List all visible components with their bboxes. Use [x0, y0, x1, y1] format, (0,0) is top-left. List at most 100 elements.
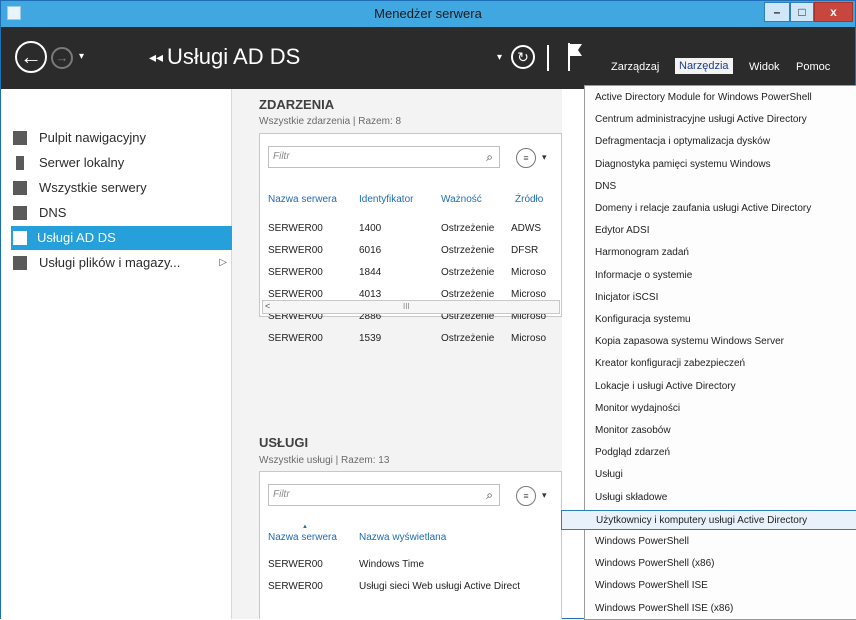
events-cell[interactable]: SERWER00: [268, 245, 323, 256]
server-manager-window: Menedżer serwera – □ x ← → ▾ ◂◂ Usługi A…: [0, 0, 856, 620]
scroll-grip[interactable]: III: [403, 302, 410, 311]
main-content: ZDARZENIA Wszystkie zdarzenia | Razem: 8…: [232, 89, 562, 619]
events-cell[interactable]: SERWER00: [268, 223, 323, 234]
tools-menu-item[interactable]: Monitor zasobów: [595, 421, 856, 441]
col-server-name[interactable]: Nazwa serwera: [268, 532, 337, 543]
chevron-down-icon[interactable]: ▾: [542, 152, 547, 163]
col-server-name[interactable]: Nazwa serwera: [268, 194, 337, 205]
ad-ds-icon: [13, 231, 27, 245]
menu-view[interactable]: Widok: [749, 61, 780, 73]
tools-menu-item[interactable]: Edytor ADSI: [595, 221, 856, 241]
tools-menu-item[interactable]: Lokacje i usługi Active Directory: [595, 377, 856, 397]
events-cell[interactable]: DFSR: [511, 245, 538, 256]
dns-icon: [13, 206, 27, 220]
tools-menu-item[interactable]: Harmonogram zadań: [595, 243, 856, 263]
search-icon[interactable]: ⌕: [486, 147, 493, 167]
maximize-button[interactable]: □: [790, 2, 814, 22]
services-filter-input[interactable]: Filtr ⌕: [268, 484, 500, 506]
tools-menu-item[interactable]: Monitor wydajności: [595, 399, 856, 419]
events-filter-input[interactable]: Filtr ⌕: [268, 146, 500, 168]
menu-manage[interactable]: Zarządzaj: [611, 61, 659, 73]
tools-menu-item[interactable]: Diagnostyka pamięci systemu Windows: [595, 155, 856, 175]
tools-menu-item[interactable]: Użytkownicy i komputery usługi Active Di…: [561, 509, 856, 530]
breadcrumb-dropdown-icon[interactable]: ▾: [497, 52, 502, 63]
services-cell[interactable]: SERWER00: [268, 559, 323, 570]
events-cell[interactable]: SERWER00: [268, 267, 323, 278]
tools-menu-item[interactable]: Kreator konfiguracji zabezpieczeń: [595, 354, 856, 374]
events-cell[interactable]: SERWER00: [268, 289, 323, 300]
events-cell[interactable]: Microso: [511, 289, 546, 300]
forward-arrow-icon[interactable]: →: [51, 47, 73, 69]
server-icon: [16, 156, 24, 170]
col-display-name[interactable]: Nazwa wyświetlana: [359, 532, 446, 543]
tools-menu-item[interactable]: Usługi składowe: [595, 488, 856, 508]
tools-menu-item[interactable]: Windows PowerShell (x86): [595, 554, 856, 574]
notifications-flag-icon[interactable]: [567, 43, 583, 71]
services-subtitle: Wszystkie usługi | Razem: 13: [259, 455, 390, 466]
events-cell[interactable]: Ostrzeżenie: [441, 223, 494, 234]
tools-menu-item[interactable]: Podgląd zdarzeń: [595, 443, 856, 463]
tools-menu-item[interactable]: Active Directory Module for Windows Powe…: [595, 88, 856, 108]
list-options-icon[interactable]: ≡: [516, 148, 536, 168]
menu-help[interactable]: Pomoc: [796, 61, 830, 73]
tools-menu-item[interactable]: Centrum administracyjne usługi Active Di…: [595, 110, 856, 130]
events-cell[interactable]: Microso: [511, 267, 546, 278]
chevron-down-icon[interactable]: ▾: [542, 490, 547, 501]
col-severity[interactable]: Ważność: [441, 194, 482, 205]
events-cell[interactable]: 1539: [359, 333, 381, 344]
tools-menu-item[interactable]: DNS: [595, 177, 856, 197]
tools-menu-item[interactable]: Windows PowerShell ISE (x86): [595, 599, 856, 619]
horizontal-scrollbar[interactable]: < III: [262, 300, 560, 314]
title-bar[interactable]: Menedżer serwera – □ x: [1, 1, 855, 27]
close-button[interactable]: x: [814, 2, 853, 22]
tools-menu-item[interactable]: Inicjator iSCSI: [595, 288, 856, 308]
events-cell[interactable]: Ostrzeżenie: [441, 289, 494, 300]
tools-menu-item[interactable]: Konfiguracja systemu: [595, 310, 856, 330]
navigation-bar: ← → ▾ ◂◂ Usługi AD DS ▾ ↻ Zarządzaj Narz…: [1, 27, 855, 89]
sort-ascending-icon: ▲: [302, 524, 308, 530]
sidebar-item-file-services[interactable]: Usługi plików i magazy... ▷: [13, 251, 231, 275]
scroll-left-arrow[interactable]: <: [265, 301, 270, 311]
services-cell[interactable]: Usługi sieci Web usługi Active Direct: [359, 581, 520, 592]
file-services-icon: [13, 256, 27, 270]
tools-menu-item[interactable]: Kopia zapasowa systemu Windows Server: [595, 332, 856, 352]
events-cell[interactable]: Ostrzeżenie: [441, 267, 494, 278]
dashboard-icon: [13, 131, 27, 145]
col-source[interactable]: Źródło: [515, 194, 543, 205]
events-cell[interactable]: Ostrzeżenie: [441, 245, 494, 256]
events-cell[interactable]: 4013: [359, 289, 381, 300]
services-cell[interactable]: SERWER00: [268, 581, 323, 592]
list-options-icon[interactable]: ≡: [516, 486, 536, 506]
events-cell[interactable]: 1844: [359, 267, 381, 278]
minimize-button[interactable]: –: [764, 2, 790, 22]
services-cell[interactable]: Windows Time: [359, 559, 424, 570]
sidebar-item-ad-ds[interactable]: Usługi AD DS: [11, 226, 232, 250]
sidebar-item-dashboard[interactable]: Pulpit nawigacyjny: [13, 126, 231, 150]
events-cell[interactable]: SERWER00: [268, 333, 323, 344]
chevron-right-icon[interactable]: ▷: [219, 251, 227, 275]
tools-menu-item[interactable]: Windows PowerShell: [595, 532, 856, 552]
events-panel: Filtr ⌕ ≡ ▾ Nazwa serwera Identyfikator …: [259, 133, 562, 344]
services-panel: Filtr ⌕ ≡ ▾ ▲ Nazwa serwera Nazwa wyświe…: [259, 471, 562, 619]
events-cell[interactable]: ADWS: [511, 223, 541, 234]
events-cell[interactable]: 6016: [359, 245, 381, 256]
tools-menu-item[interactable]: Usługi: [595, 465, 856, 485]
sidebar-item-label: Wszystkie serwery: [39, 180, 147, 195]
tools-menu-item[interactable]: Defragmentacja i optymalizacja dysków: [595, 132, 856, 152]
col-id[interactable]: Identyfikator: [359, 194, 413, 205]
sidebar-item-all-servers[interactable]: Wszystkie serwery: [13, 176, 231, 200]
services-title: USŁUGI: [259, 435, 309, 450]
events-cell[interactable]: Ostrzeżenie: [441, 333, 494, 344]
tools-menu-item[interactable]: Informacje o systemie: [595, 266, 856, 286]
sidebar-item-dns[interactable]: DNS: [13, 201, 231, 225]
events-cell[interactable]: 1400: [359, 223, 381, 234]
history-dropdown-icon[interactable]: ▾: [79, 51, 84, 62]
events-cell[interactable]: Microso: [511, 333, 546, 344]
menu-tools[interactable]: Narzędzia: [675, 58, 733, 74]
tools-menu-item[interactable]: Windows PowerShell ISE: [595, 576, 856, 596]
back-arrow-icon[interactable]: ←: [15, 41, 47, 73]
tools-menu-item[interactable]: Domeny i relacje zaufania usługi Active …: [595, 199, 856, 219]
sidebar-item-local-server[interactable]: Serwer lokalny: [13, 151, 231, 175]
search-icon[interactable]: ⌕: [486, 485, 493, 505]
refresh-icon[interactable]: ↻: [511, 45, 535, 69]
